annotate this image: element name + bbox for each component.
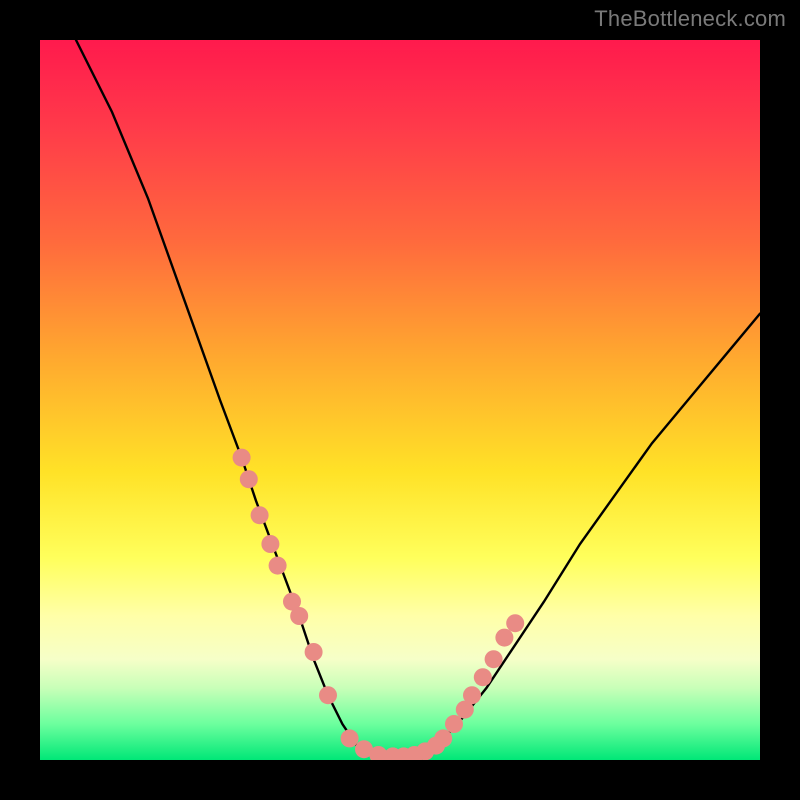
marker-dot — [495, 629, 513, 647]
marker-dot — [445, 715, 463, 733]
markers-group — [233, 449, 525, 760]
marker-dot — [251, 506, 269, 524]
marker-dot — [290, 607, 308, 625]
marker-dot — [506, 614, 524, 632]
chart-container: TheBottleneck.com — [0, 0, 800, 800]
marker-dot — [474, 668, 492, 686]
plot-area — [40, 40, 760, 760]
marker-dot — [269, 557, 287, 575]
marker-dot — [434, 729, 452, 747]
marker-dot — [240, 470, 258, 488]
curve-path-group — [76, 40, 760, 756]
marker-dot — [233, 449, 251, 467]
attribution-label: TheBottleneck.com — [594, 6, 786, 32]
marker-dot — [305, 643, 323, 661]
marker-dot — [341, 729, 359, 747]
marker-dot — [463, 686, 481, 704]
marker-dot — [319, 686, 337, 704]
bottleneck-curve — [76, 40, 760, 756]
marker-dot — [485, 650, 503, 668]
marker-dot — [261, 535, 279, 553]
curve-svg — [40, 40, 760, 760]
